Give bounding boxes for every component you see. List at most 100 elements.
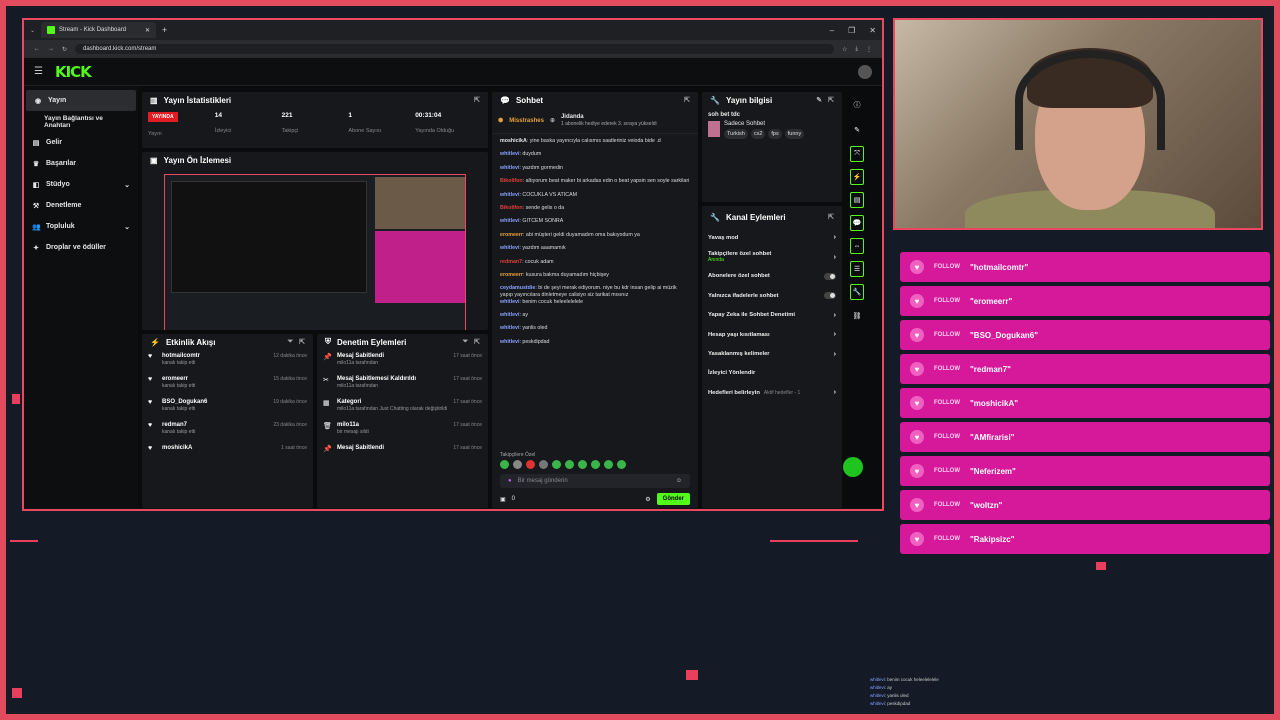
channel-action-item[interactable]: Takipçilere özel sohbet Anında › [702, 247, 842, 266]
chat-username[interactable]: whitlevi [500, 151, 519, 157]
chat-username[interactable]: whitlevi [500, 245, 519, 251]
chevron-right-icon: › [833, 331, 836, 339]
pen-icon[interactable]: ✎ [850, 121, 864, 139]
popout-icon[interactable]: ⇱ [828, 96, 834, 104]
channel-action-item[interactable]: Yapay Zeka ile Sohbet Denetimi › [702, 306, 842, 325]
channel-action-item[interactable]: Yasaklanmış kelimeler › [702, 344, 842, 363]
browser-tab[interactable]: Stream - Kick Dashboard ✕ [41, 22, 157, 38]
document-icon[interactable]: ▤ [850, 192, 864, 208]
emote-icon[interactable] [604, 460, 613, 469]
sidebar-item-topluluk[interactable]: 👥 Topluluk ⌄ [24, 216, 138, 237]
emote-icon[interactable] [578, 460, 587, 469]
chat-username[interactable]: whitlevi [500, 339, 519, 345]
tab-close-icon[interactable]: ✕ [145, 27, 150, 34]
stream-preview-image[interactable] [164, 174, 466, 330]
filter-icon[interactable]: ⏷ [288, 338, 294, 346]
url-field[interactable]: dashboard.kick.com/stream [75, 44, 834, 54]
popout-icon[interactable]: ⇱ [474, 338, 480, 346]
channel-action-item[interactable]: Yavaş mod › [702, 228, 842, 247]
chat-username[interactable]: whitlevi [500, 325, 519, 331]
window-close-icon[interactable]: ✕ [869, 26, 876, 35]
emote-icon[interactable] [526, 460, 535, 469]
link-icon[interactable]: ⛓ [850, 307, 864, 325]
sidebar-item-basarilar[interactable]: ♛ Başarılar [24, 153, 138, 174]
channel-action-item[interactable]: Hesap yaşı kısıtlaması › [702, 325, 842, 344]
bolt-icon[interactable]: ⚡ [850, 169, 864, 185]
back-icon[interactable]: ← [34, 46, 40, 52]
download-icon[interactable]: ⤓ [855, 46, 858, 53]
toggle-switch[interactable] [824, 292, 836, 300]
emote-icon[interactable] [539, 460, 548, 469]
sidebar-item-yayin[interactable]: ◉ Yayın [26, 90, 136, 111]
emote-icon[interactable] [565, 460, 574, 469]
info-icon[interactable]: ⓘ [850, 96, 864, 114]
chat-text: : kusura bakma duyamadım hiçbişey [522, 271, 609, 278]
mic-icon[interactable]: ● [508, 478, 512, 484]
stat-value: 221 [281, 112, 293, 119]
sidebar-item-gelir[interactable]: ▤ Gelir [24, 132, 138, 153]
follow-alert: ♥ FOLLOW "moshicikA" [900, 388, 1270, 418]
sidebar-item-stream-key[interactable]: Yayın Bağlantısı ve Anahtarı [24, 111, 138, 132]
new-tab-icon[interactable]: + [162, 25, 167, 35]
sidebar-item-droplar[interactable]: ✦ Droplar ve ödüller [24, 237, 138, 258]
channel-action-item[interactable]: Hedefleri belirleyin Aktif hedefler - 1 › [702, 383, 842, 402]
follow-label: FOLLOW [934, 468, 960, 474]
sidebar-item-studyo[interactable]: ◧ Stüdyo ⌄ [24, 174, 138, 195]
sidebar-item-denetleme[interactable]: ⚒ Denetleme [24, 195, 138, 216]
dashboard-body: ◉ Yayın Yayın Bağlantısı ve Anahtarı ▤ Gel… [24, 86, 882, 508]
send-button[interactable]: Gönder [656, 493, 690, 505]
emote-icon[interactable] [617, 460, 626, 469]
avatar[interactable] [858, 64, 872, 79]
chat-icon[interactable]: 💬 [850, 215, 864, 231]
wrench-icon[interactable]: 🔧 [850, 284, 864, 300]
menu-dots-icon[interactable]: ⋮ [866, 46, 872, 53]
chat-username[interactable]: whitlevi [500, 192, 519, 198]
settings-gear-icon[interactable]: ⚙ [645, 496, 650, 503]
emote-icon[interactable] [591, 460, 600, 469]
channel-action-item[interactable]: Abonelere özel sohbet [702, 267, 842, 286]
forward-icon[interactable]: → [48, 46, 54, 52]
chat-username[interactable]: whitlevi [500, 165, 519, 171]
channel-action-item[interactable]: İzleyici Yönlendir [702, 364, 842, 383]
chat-username[interactable]: redman7 [500, 259, 522, 265]
toggle-switch[interactable] [824, 272, 836, 280]
follow-label: FOLLOW [934, 264, 960, 270]
wallet-icon[interactable]: ▣ [500, 496, 506, 503]
popout-icon[interactable]: ⇱ [299, 338, 305, 346]
chat-text: : sende gelis o da [522, 204, 565, 211]
bookmark-star-icon[interactable]: ☆ [842, 46, 847, 53]
list-icon[interactable]: ☰ [850, 261, 864, 277]
chat-username[interactable]: eromeerr [500, 272, 523, 278]
chat-username[interactable]: Bikolifon [500, 205, 523, 211]
chat-username[interactable]: eromeerr [500, 232, 523, 238]
hamburger-menu-icon[interactable]: ☰ [34, 66, 43, 77]
emote-icon[interactable] [552, 460, 561, 469]
emote-icon[interactable] [513, 460, 522, 469]
resize-icon[interactable]: ⇔ [850, 238, 864, 254]
category-name: Sadece Sohbet [724, 121, 766, 127]
expand-icon[interactable]: ⤧ [850, 146, 864, 162]
filter-icon[interactable]: ⏷ [463, 338, 469, 346]
rank-badge-icon: ⬢ [498, 118, 504, 124]
follow-alert: ♥ FOLLOW "AMfirarisi" [900, 422, 1270, 452]
tab-search-icon[interactable]: ⌄ [30, 27, 35, 34]
kick-logo[interactable]: KICK [55, 63, 92, 81]
chat-username[interactable]: moshicikA [500, 138, 527, 144]
emote-icon[interactable] [500, 460, 509, 469]
edit-pencil-icon[interactable]: ✎ [816, 96, 822, 104]
chat-input[interactable]: ● Bir mesaj gönderin ☺ [500, 474, 690, 488]
emoji-icon[interactable]: ☺ [676, 478, 682, 484]
action-name: Mesaj Sabitlendi [337, 445, 385, 451]
minimize-icon[interactable]: – [830, 26, 834, 35]
popout-icon[interactable]: ⇱ [828, 213, 834, 221]
channel-action-item[interactable]: Yalnızca ifadelerle sohbet [702, 286, 842, 305]
chat-username[interactable]: ceydamustdie [500, 285, 535, 291]
popout-icon[interactable]: ⇱ [474, 96, 480, 104]
reload-icon[interactable]: ↻ [62, 46, 67, 53]
chat-username[interactable]: whitlevi [500, 312, 519, 318]
maximize-icon[interactable]: ❐ [848, 26, 855, 35]
chat-username[interactable]: whitlevi [500, 299, 519, 305]
popout-icon[interactable]: ⇱ [684, 96, 690, 104]
chat-username[interactable]: whitlevi [500, 218, 519, 224]
chat-username[interactable]: Bikolifon [500, 178, 523, 184]
